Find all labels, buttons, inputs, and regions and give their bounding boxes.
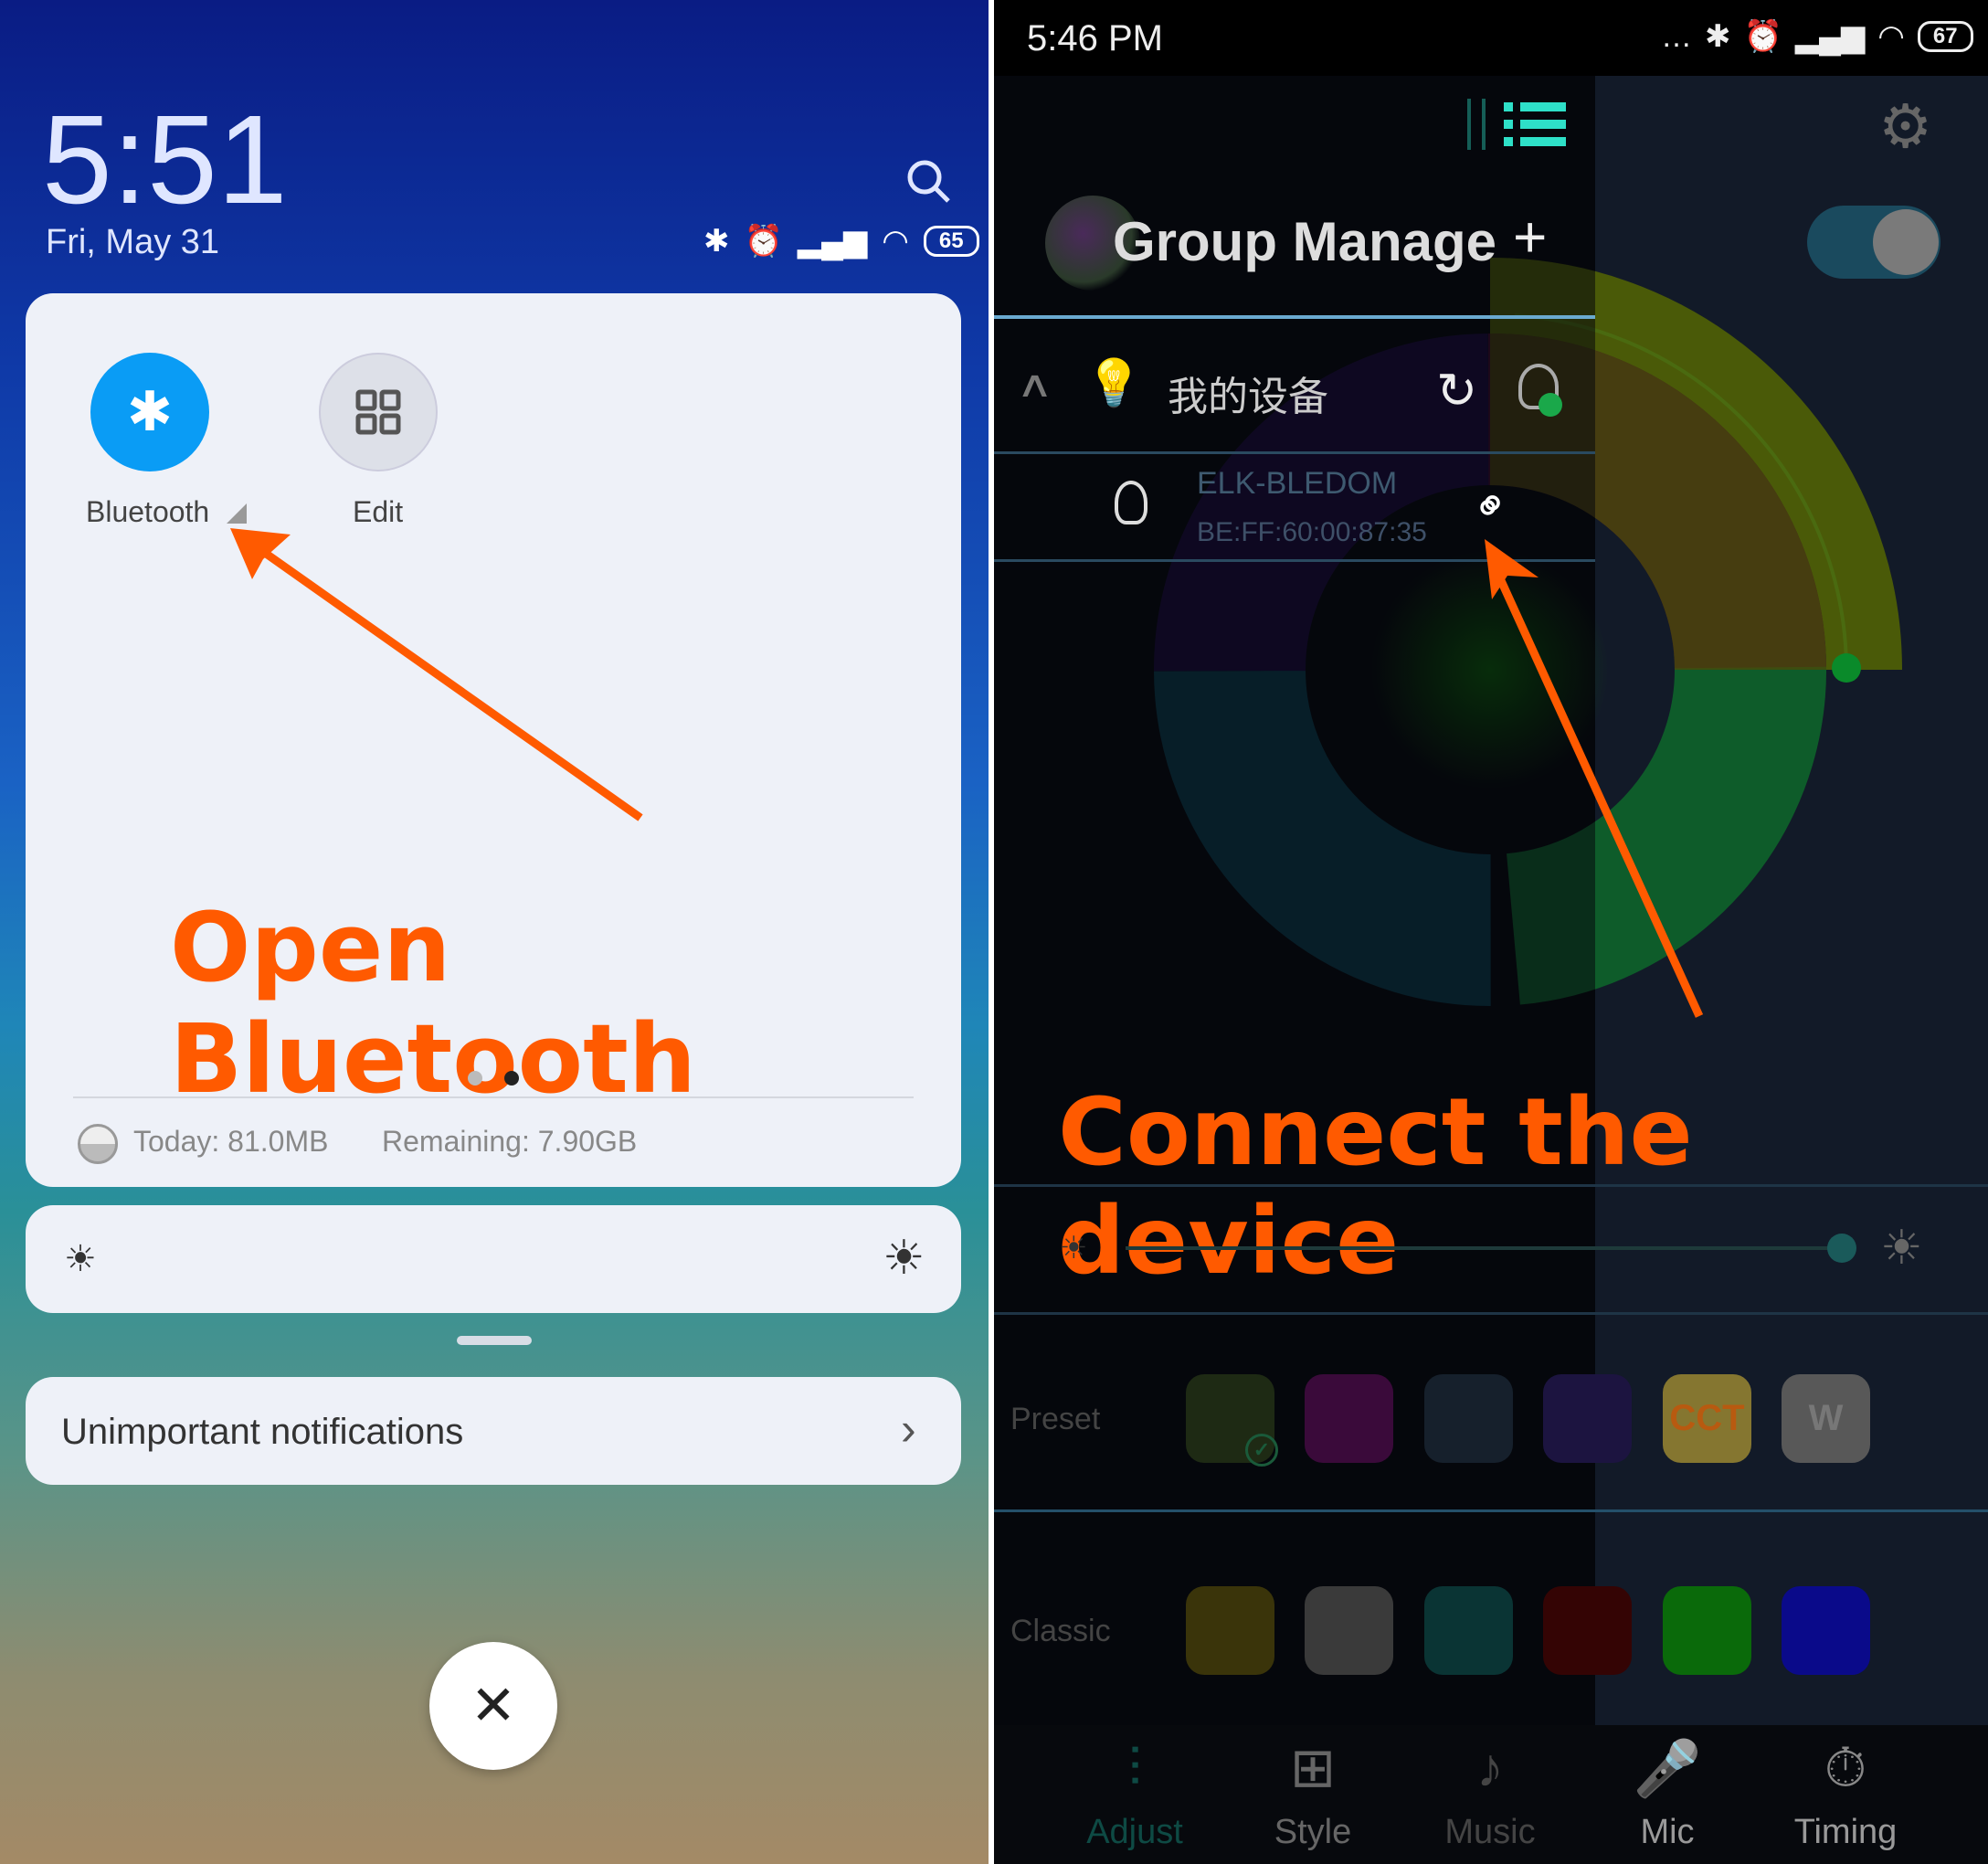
bluetooth-icon: ✱	[126, 381, 174, 442]
classic-swatch[interactable]	[1663, 1586, 1751, 1675]
preset-swatch[interactable]	[1543, 1374, 1632, 1463]
wifi-icon: ◠	[882, 224, 909, 259]
slider-knob[interactable]	[1827, 1234, 1856, 1263]
drawer-header-divider	[994, 315, 1595, 319]
brightness-slider[interactable]: ☀ ☀	[26, 1205, 961, 1313]
preset-swatch[interactable]: W	[1782, 1374, 1870, 1463]
bulbs-group-icon: 💡	[1085, 357, 1143, 408]
mic-icon: 🎤	[1633, 1738, 1702, 1799]
signal-icon: ▂▄▆	[797, 224, 868, 259]
data-today: Today: 81.0MB	[133, 1125, 329, 1158]
status-bar: 5:46 PM … ✱ ⏰ ▂▄▆ ◠ 67	[994, 0, 1988, 76]
bulb-icon	[1115, 481, 1147, 524]
notification-shade: 5:51 Fri, May 31 ✱ ⏰ ▂▄▆ ◠ 65 ✱ Bluetoot…	[0, 0, 989, 1864]
quick-settings-card: ✱ Bluetooth Edit Open Bluetooth Today: 8…	[26, 293, 961, 1187]
signal-icon: ▂▄▆	[1794, 19, 1866, 54]
device-name[interactable]: ELK-BLEDOM	[1197, 466, 1397, 502]
group-name: 我的设备	[1168, 374, 1328, 420]
classic-swatch[interactable]	[1305, 1586, 1393, 1675]
annotation-open-bluetooth: Open Bluetooth	[170, 892, 696, 1115]
wifi-icon: ◠	[1877, 19, 1905, 54]
divider	[73, 1096, 914, 1098]
drag-handle[interactable]	[457, 1336, 532, 1345]
battery-indicator: 65	[923, 226, 979, 257]
unimportant-notifications[interactable]: Unimportant notifications ›	[26, 1377, 961, 1485]
brightness-high-icon: ☀	[1880, 1222, 1923, 1275]
menu-list-icon[interactable]	[1467, 99, 1568, 150]
add-group-button[interactable]: +	[1513, 203, 1547, 270]
check-badge	[1539, 393, 1562, 417]
annotation-connect-device: Connect the device	[1058, 1078, 1693, 1296]
divider	[994, 1184, 1988, 1187]
tab-music[interactable]: Music	[1408, 1813, 1572, 1852]
date: Fri, May 31	[46, 223, 220, 261]
brightness-high-icon: ☀	[883, 1232, 925, 1285]
clock: 5:51	[42, 90, 288, 230]
more-icon: …	[1661, 18, 1692, 54]
status-bar: ✱ ⏰ ▂▄▆ ◠ 65	[703, 223, 979, 259]
settings-gear-icon[interactable]: ⚙	[1878, 91, 1932, 162]
brightness-low-icon: ☀	[1060, 1231, 1088, 1266]
tab-adjust[interactable]: Adjust	[1052, 1813, 1217, 1852]
edit-label: Edit	[353, 495, 404, 528]
refresh-icon[interactable]: ↻	[1436, 362, 1477, 419]
collapse-chevron-icon[interactable]: ∧	[1016, 364, 1053, 406]
edit-toggle[interactable]	[319, 353, 438, 471]
toggle-knob	[1873, 209, 1939, 275]
bluetooth-toggle[interactable]: ✱	[90, 353, 209, 471]
music-icon: ♪	[1476, 1737, 1504, 1798]
brightness-slider[interactable]	[1126, 1246, 1842, 1250]
alarm-icon: ⏰	[1743, 19, 1782, 54]
classic-swatch[interactable]	[1543, 1586, 1632, 1675]
divider	[994, 1312, 1988, 1315]
sliders-icon: ⫶	[1127, 1737, 1142, 1798]
page-dot-active[interactable]	[504, 1071, 519, 1086]
tab-style[interactable]: Style	[1231, 1813, 1395, 1852]
preset-label: Preset	[1010, 1402, 1101, 1436]
divider	[994, 559, 1595, 562]
close-icon: ✕	[470, 1675, 517, 1736]
search-icon[interactable]	[904, 157, 952, 205]
divider	[994, 451, 1595, 454]
chevron-right-icon: ›	[901, 1403, 916, 1455]
classic-swatch[interactable]	[1186, 1586, 1274, 1675]
preset-swatch[interactable]	[1424, 1374, 1513, 1463]
data-usage-icon	[78, 1124, 118, 1164]
notifications-label: Unimportant notifications	[61, 1412, 464, 1452]
device-mac: BE:FF:60:00:87:35	[1197, 517, 1427, 547]
selected-check-icon: ✓	[1245, 1434, 1278, 1467]
battery-indicator: 67	[1917, 21, 1973, 52]
expand-triangle-icon[interactable]	[227, 503, 247, 524]
tab-timing[interactable]: Timing	[1763, 1813, 1928, 1852]
bluetooth-icon: ✱	[1705, 19, 1731, 54]
timer-icon: ⏱	[1824, 1737, 1867, 1798]
brightness-low-icon: ☀	[64, 1239, 97, 1279]
grid-icon: ⊞	[1289, 1737, 1337, 1798]
tab-bar: ⫶ ⊞ ♪ 🎤 ⏱ Adjust Style Music Mic Timing	[994, 1725, 1988, 1864]
tab-mic[interactable]: Mic	[1585, 1813, 1750, 1852]
status-time: 5:46 PM	[1027, 18, 1163, 58]
bluetooth-label: Bluetooth	[86, 495, 210, 528]
classic-swatch[interactable]	[1782, 1586, 1870, 1675]
classic-swatch[interactable]	[1424, 1586, 1513, 1675]
close-button[interactable]: ✕	[429, 1642, 557, 1770]
data-remaining: Remaining: 7.90GB	[382, 1125, 638, 1158]
bulb-check-icon[interactable]	[1518, 364, 1562, 417]
preset-swatch[interactable]: CCT	[1663, 1374, 1751, 1463]
led-app-screen: 5:46 PM … ✱ ⏰ ▂▄▆ ◠ 67 ⚙ Group Manage + …	[994, 0, 1988, 1864]
classic-label: Classic	[1010, 1614, 1111, 1648]
power-toggle[interactable]	[1807, 206, 1940, 279]
preset-swatch[interactable]	[1305, 1374, 1393, 1463]
bluetooth-icon: ✱	[703, 224, 730, 259]
page-dot[interactable]	[468, 1071, 482, 1086]
alarm-icon: ⏰	[744, 224, 783, 259]
drawer-dim	[994, 76, 1595, 1725]
preset-swatch[interactable]: ✓	[1186, 1374, 1278, 1467]
divider	[994, 1509, 1988, 1512]
drawer-title: Group Manage	[1113, 211, 1497, 272]
grid-icon	[355, 389, 401, 435]
